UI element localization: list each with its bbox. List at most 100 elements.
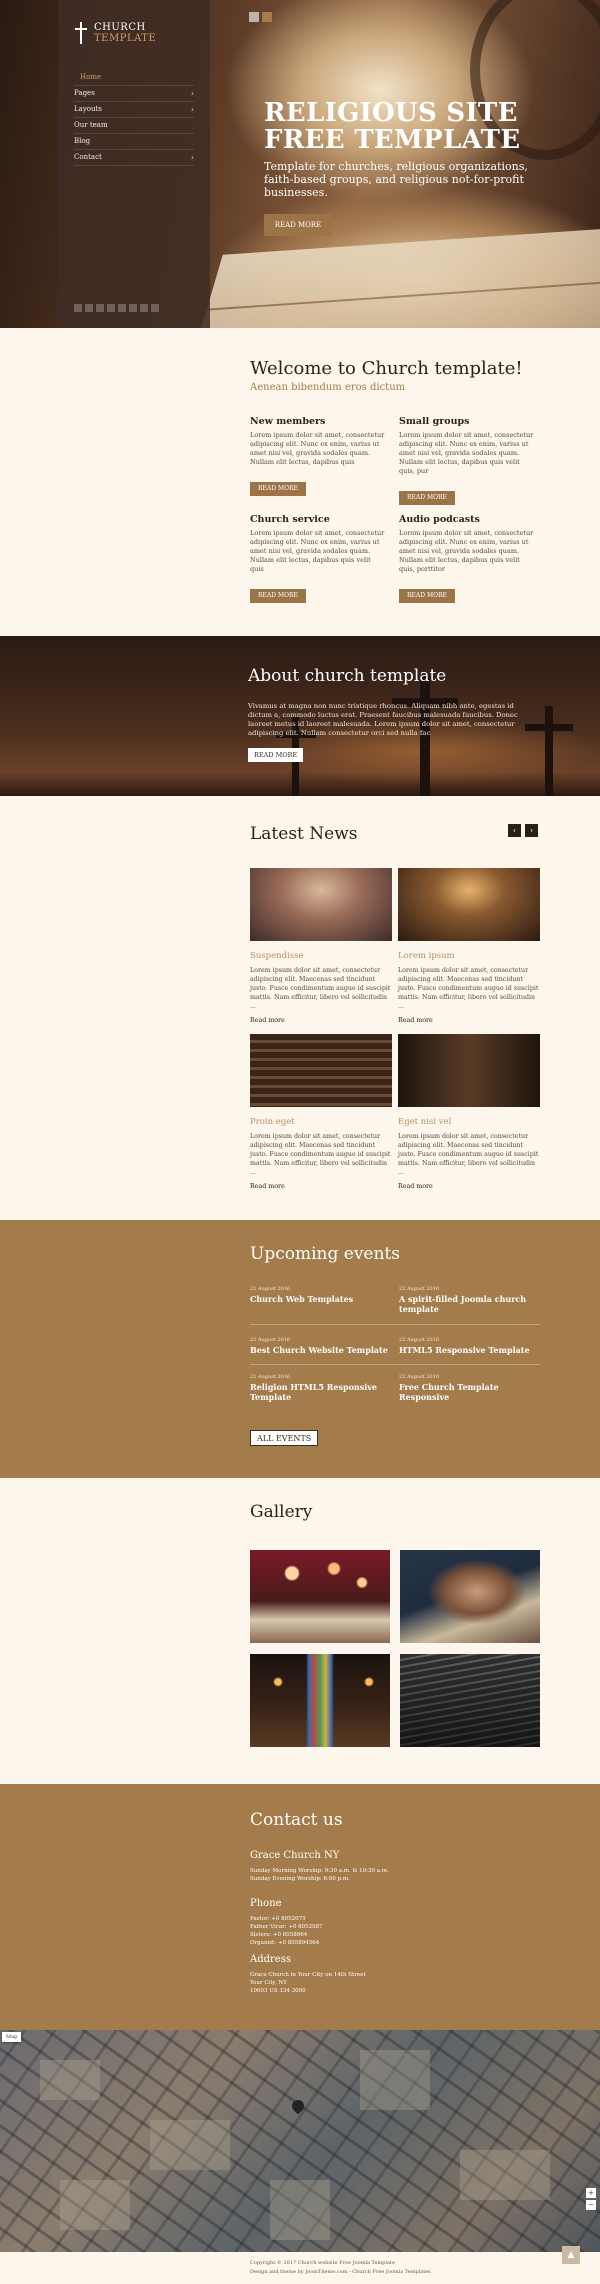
all-events-button[interactable]: ALL EVENTS xyxy=(250,1430,319,1446)
news-arrows: ‹ › xyxy=(508,824,538,837)
about-text: Vivamus at magna non nunc tristique rhon… xyxy=(248,702,518,737)
feature-new-members: New members Lorem ipsum dolor sit amet, … xyxy=(250,416,385,496)
nav-item-layouts[interactable]: Layouts › xyxy=(74,102,194,118)
feature-text: Lorem ipsum dolor sit amet, consectetur … xyxy=(399,431,534,475)
news-card: Proin eget Lorem ipsum dolor sit amet, c… xyxy=(250,1034,392,1190)
contact-section: Contact us Grace Church NY Sunday Mornin… xyxy=(0,1784,600,2030)
gallery-image-praying-hands[interactable] xyxy=(400,1550,540,1643)
zoom-in-icon[interactable]: + xyxy=(586,2188,596,2198)
event-title[interactable]: A spirit-filled Joomla church template xyxy=(399,1294,539,1314)
map-pin-icon[interactable] xyxy=(289,2097,307,2115)
news-image-pews[interactable] xyxy=(250,1034,392,1107)
feature-read-more-button[interactable]: READ MORE xyxy=(399,491,455,505)
event-item[interactable]: 22 August 2016 Religion HTML5 Responsive… xyxy=(250,1374,390,1402)
contact-line: 10003 US 334 3000 xyxy=(250,1988,306,1994)
cross-icon xyxy=(74,22,88,44)
read-more-link[interactable]: Read more xyxy=(398,1017,540,1024)
google-plus-icon[interactable] xyxy=(96,304,104,312)
twitter-icon[interactable] xyxy=(85,304,93,312)
youtube-icon[interactable] xyxy=(118,304,126,312)
feature-text: Lorem ipsum dolor sit amet, consectetur … xyxy=(250,431,385,466)
contact-line: Grace Church in Your City on 14th Street xyxy=(250,1972,366,1978)
nav-item-contact[interactable]: Contact › xyxy=(74,150,194,166)
nav-label: Our team xyxy=(74,121,108,129)
welcome-section: Welcome to Church template! Aenean biben… xyxy=(0,328,600,636)
map[interactable]: Map + − xyxy=(0,2030,600,2252)
slider-dot-active[interactable] xyxy=(262,12,272,22)
nav-item-home[interactable]: Home xyxy=(74,70,194,86)
gallery-section: Gallery xyxy=(0,1478,600,1784)
read-more-link[interactable]: Read more xyxy=(250,1183,392,1190)
cross-silhouette xyxy=(525,706,573,796)
chevron-right-icon: › xyxy=(190,105,194,114)
news-card-title[interactable]: Suspendisse xyxy=(250,951,392,961)
event-item[interactable]: 22 August 2016 Best Church Website Templ… xyxy=(250,1337,390,1355)
event-title[interactable]: Free Church Template Responsive xyxy=(399,1382,539,1402)
gallery-image-stained-glass[interactable] xyxy=(250,1654,390,1747)
contact-line: Sisters: +0 8058964 xyxy=(250,1932,308,1938)
next-arrow-icon[interactable]: › xyxy=(525,824,538,837)
event-item[interactable]: 22 August 2016 Church Web Templates xyxy=(250,1286,390,1304)
slider-dot[interactable] xyxy=(249,12,259,22)
event-item[interactable]: 22 August 2016 HTML5 Responsive Template xyxy=(399,1337,539,1355)
facebook-icon[interactable] xyxy=(74,304,82,312)
about-read-more-button[interactable]: READ MORE xyxy=(248,748,304,762)
event-title[interactable]: Religion HTML5 Responsive Template xyxy=(250,1382,390,1402)
feature-church-service: Church service Lorem ipsum dolor sit ame… xyxy=(250,514,385,603)
main-nav: Home Pages › Layouts › Our team Blog Conta… xyxy=(74,70,194,166)
instagram-icon[interactable] xyxy=(129,304,137,312)
nav-item-blog[interactable]: Blog xyxy=(74,134,194,150)
prev-arrow-icon[interactable]: ‹ xyxy=(508,824,521,837)
social-links xyxy=(74,304,159,312)
back-to-top-icon[interactable]: ▲ xyxy=(562,2246,580,2264)
logo[interactable]: CHURCH TEMPLATE xyxy=(74,22,156,44)
contact-line: Pastor: +0 8052075 xyxy=(250,1916,306,1922)
news-card: Eget nisi vel Lorem ipsum dolor sit amet… xyxy=(398,1034,540,1190)
nav-item-pages[interactable]: Pages › xyxy=(74,86,194,102)
read-more-link[interactable]: Read more xyxy=(398,1183,540,1190)
contact-address-title: Address xyxy=(250,1954,291,1965)
contact-title: Contact us xyxy=(250,1810,343,1830)
event-title[interactable]: Best Church Website Template xyxy=(250,1345,390,1355)
divider xyxy=(250,1324,540,1325)
map-type-button[interactable]: Map xyxy=(2,2032,22,2042)
rss-icon[interactable] xyxy=(151,304,159,312)
pinterest-icon[interactable] xyxy=(140,304,148,312)
feature-read-more-button[interactable]: READ MORE xyxy=(250,482,306,496)
nav-label: Contact xyxy=(74,153,102,161)
gallery-image-church-interior[interactable] xyxy=(400,1654,540,1747)
zoom-out-icon[interactable]: − xyxy=(586,2200,596,2210)
news-card-title[interactable]: Proin eget xyxy=(250,1117,392,1127)
read-more-link[interactable]: Read more xyxy=(250,1017,392,1024)
feature-small-groups: Small groups Lorem ipsum dolor sit amet,… xyxy=(399,416,534,505)
news-card-title[interactable]: Lorem ipsum xyxy=(398,951,540,961)
hero-read-more-button[interactable]: READ MORE xyxy=(264,214,332,236)
feature-read-more-button[interactable]: READ MORE xyxy=(250,589,306,603)
linkedin-icon[interactable] xyxy=(107,304,115,312)
news-image-steeple[interactable] xyxy=(250,868,392,941)
nav-label: Pages xyxy=(74,89,95,97)
contact-line: Your City, NY xyxy=(250,1980,287,1986)
footer-credits[interactable]: Design and theme by JoomTheme.com - Chur… xyxy=(250,2269,431,2275)
sidebar: CHURCH TEMPLATE Home Pages › Layouts › Our… xyxy=(58,0,210,328)
contact-church: Grace Church NY Sunday Morning Worship: … xyxy=(250,1850,510,1883)
event-item[interactable]: 22 August 2016 Free Church Template Resp… xyxy=(399,1374,539,1402)
hero-title: RELIGIOUS SITE FREE TEMPLATE xyxy=(264,98,521,155)
event-date: 22 August 2016 xyxy=(399,1374,440,1380)
news-image-congregation[interactable] xyxy=(398,868,540,941)
event-title[interactable]: HTML5 Responsive Template xyxy=(399,1345,539,1355)
divider xyxy=(250,1364,540,1365)
gallery-image-bible-lights[interactable] xyxy=(250,1550,390,1643)
event-item[interactable]: 22 August 2016 A spirit-filled Joomla ch… xyxy=(399,1286,539,1314)
news-section: Latest News ‹ › Suspendisse Lorem ipsum … xyxy=(0,796,600,1220)
map-building xyxy=(460,2150,550,2200)
nav-item-our-team[interactable]: Our team xyxy=(74,118,194,134)
contact-phone-title: Phone xyxy=(250,1898,282,1909)
event-date: 22 August 2016 xyxy=(399,1286,440,1292)
event-title[interactable]: Church Web Templates xyxy=(250,1294,390,1304)
feature-read-more-button[interactable]: READ MORE xyxy=(399,589,455,603)
contact-line: Sunday Evening Worship: 6:00 p.m. xyxy=(250,1876,350,1882)
news-card-title[interactable]: Eget nisi vel xyxy=(398,1117,540,1127)
news-image-chapel[interactable] xyxy=(398,1034,540,1107)
hero-image-book xyxy=(187,225,600,328)
